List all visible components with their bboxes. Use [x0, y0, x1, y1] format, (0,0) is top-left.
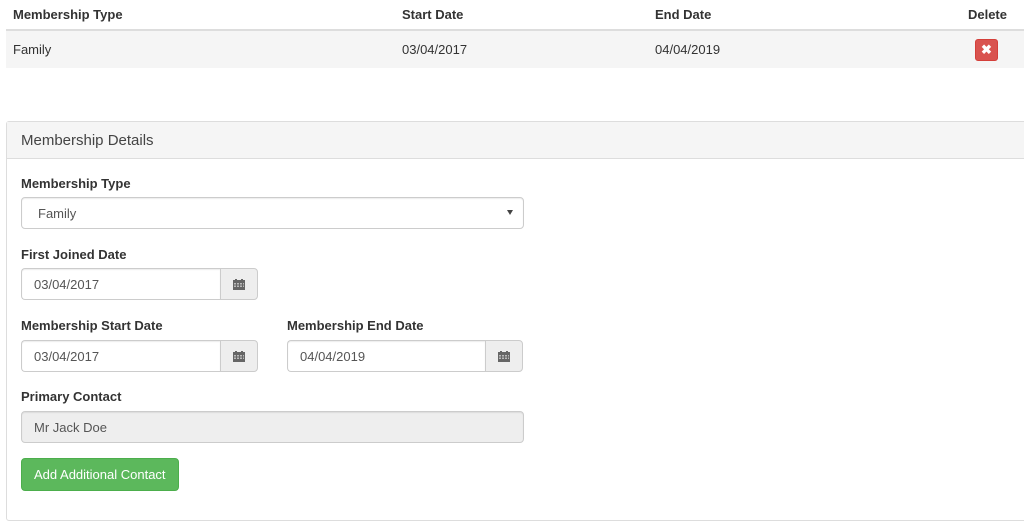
membership-start-date-group: 03/04/2017 [21, 340, 258, 372]
calendar-icon [233, 350, 245, 362]
membership-end-date-picker-button[interactable] [485, 340, 523, 372]
header-end-date: End Date [648, 0, 938, 31]
first-joined-date-picker-button[interactable] [220, 268, 258, 300]
panel-title: Membership Details [21, 131, 154, 149]
membership-end-date-input[interactable]: 04/04/2019 [287, 340, 485, 372]
table-row: Family 03/04/2017 04/04/2019 ✖ [6, 30, 1024, 68]
header-start-date: Start Date [395, 0, 648, 31]
header-delete: Delete [938, 0, 1024, 31]
memberships-table: Membership Type Start Date End Date Dele… [6, 0, 1024, 68]
first-joined-date-label: First Joined Date [21, 247, 127, 262]
calendar-icon [498, 350, 510, 362]
table-header-row: Membership Type Start Date End Date Dele… [6, 0, 1024, 31]
membership-start-date-input[interactable]: 03/04/2017 [21, 340, 220, 372]
primary-contact-label: Primary Contact [21, 389, 122, 404]
close-icon: ✖ [981, 42, 992, 57]
cell-end-date: 04/04/2019 [648, 30, 938, 68]
add-additional-contact-button[interactable]: Add Additional Contact [21, 458, 179, 491]
membership-type-label: Membership Type [21, 176, 131, 191]
panel-heading: Membership Details [7, 122, 1024, 159]
primary-contact-input[interactable]: Mr Jack Doe [21, 411, 524, 443]
membership-end-date-group: 04/04/2019 [287, 340, 523, 372]
membership-start-date-label: Membership Start Date [21, 318, 163, 333]
cell-delete: ✖ [938, 30, 1024, 68]
first-joined-date-group: 03/04/2017 [21, 268, 258, 300]
first-joined-date-input[interactable]: 03/04/2017 [21, 268, 220, 300]
membership-end-date-label: Membership End Date [287, 318, 424, 333]
membership-start-date-picker-button[interactable] [220, 340, 258, 372]
delete-button[interactable]: ✖ [975, 38, 998, 61]
cell-start-date: 03/04/2017 [395, 30, 648, 68]
membership-type-select[interactable]: Family [21, 197, 524, 229]
calendar-icon [233, 278, 245, 290]
membership-type-value: Family [38, 205, 77, 221]
chevron-down-icon [507, 210, 513, 215]
header-membership-type: Membership Type [6, 0, 395, 31]
cell-membership-type: Family [6, 30, 395, 68]
